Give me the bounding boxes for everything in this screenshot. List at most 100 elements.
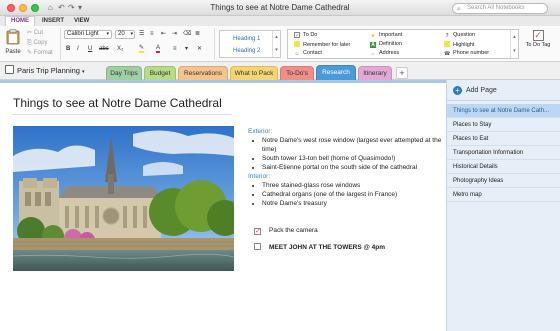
- todo-checkbox-checked[interactable]: ✓: [254, 228, 261, 235]
- title-bar: ⌂ ↶ ↷ ▾ Things to see at Notre Dame Cath…: [0, 0, 560, 16]
- section-tab-day-trips[interactable]: Day Trips: [106, 66, 142, 80]
- styles-scroll[interactable]: ▴ ▾: [272, 31, 280, 57]
- todo-checkbox-unchecked[interactable]: [254, 243, 261, 250]
- outdent-icon[interactable]: ⇤: [161, 31, 166, 38]
- copy-button[interactable]: ⎘ Copy: [27, 40, 47, 47]
- list-item: Three stained-glass rose windows: [262, 181, 444, 190]
- list-item: Notre Dame's west rose window (largest e…: [262, 136, 444, 154]
- to-do-tag-button[interactable]: ✓ To Do Tag: [523, 29, 553, 59]
- tab-view[interactable]: VIEW: [74, 17, 89, 25]
- phone-icon: ☎: [444, 51, 451, 57]
- page-item[interactable]: Metro map: [447, 188, 560, 202]
- heading1-style[interactable]: Heading 1: [233, 36, 260, 43]
- erase-icon[interactable]: ✕: [197, 46, 202, 53]
- tags-scroll[interactable]: ▴ ▾: [510, 30, 518, 58]
- strikethrough-button[interactable]: abc: [99, 46, 109, 53]
- tag-label: Highlight: [453, 42, 475, 48]
- tag-to-do[interactable]: ✓ To Do: [294, 32, 317, 39]
- onenote-window: ⌂ ↶ ↷ ▾ Things to see at Notre Dame Cath…: [0, 0, 560, 331]
- clear-format-icon[interactable]: ⌫: [183, 31, 191, 38]
- font-size-select[interactable]: 20 ▾: [115, 30, 135, 39]
- tag-label: To Do: [303, 32, 318, 38]
- ribbon-tab-bar: HOME INSERT VIEW: [0, 16, 560, 26]
- divider: [60, 28, 61, 60]
- tag-contact[interactable]: ☺ Contact: [294, 50, 322, 57]
- tag-label: Address: [379, 50, 400, 56]
- tag-label: Contact: [303, 50, 322, 56]
- tag-definition[interactable]: A Definition: [370, 41, 402, 48]
- tags-gallery[interactable]: ✓ To Do Remember for later ☺ Contact ★ Impo…: [287, 29, 519, 59]
- page-item[interactable]: Transportation Information: [447, 146, 560, 160]
- search-placeholder: Search All Notebooks: [467, 5, 525, 11]
- list-numbers-icon[interactable]: ≡: [150, 31, 154, 38]
- ribbon: Paste ✂ Cut ⎘ Copy ✎ Format Calibri Ligh…: [0, 26, 560, 62]
- notebook-bar: Paris Trip Planning ▾ Day Trips Budget R…: [0, 62, 560, 80]
- cut-button[interactable]: ✂ Cut: [27, 30, 43, 37]
- question-icon: ?: [445, 33, 449, 39]
- highlighter-icon: [294, 41, 300, 47]
- align-left-icon[interactable]: ≡: [173, 46, 177, 53]
- page-item[interactable]: Historical Details: [447, 160, 560, 174]
- tag-label: Remember for later: [303, 42, 351, 48]
- todo-item: MEET JOHN AT THE TOWERS @ 4pm: [254, 243, 385, 252]
- page-canvas[interactable]: Things to see at Notre Dame Cathedral Ex…: [0, 80, 446, 331]
- address-icon: ⌂: [371, 51, 375, 57]
- contact-icon: ☺: [294, 51, 300, 57]
- page-title[interactable]: Things to see at Notre Dame Cathedral: [13, 96, 222, 110]
- page-item[interactable]: Places to Eat: [447, 132, 560, 146]
- underline-button[interactable]: U: [88, 46, 92, 53]
- notebook-selector[interactable]: Paris Trip Planning ▾: [5, 65, 85, 77]
- highlighter-button[interactable]: ✎: [139, 45, 145, 53]
- tab-insert[interactable]: INSERT: [42, 17, 64, 25]
- italic-button[interactable]: I: [77, 46, 79, 53]
- section-tab-budget[interactable]: Budget: [144, 66, 176, 80]
- font-color-button[interactable]: A: [156, 45, 161, 53]
- indent-icon[interactable]: ⇥: [172, 31, 177, 38]
- copy-label: Copy: [33, 40, 48, 46]
- format-painter-button[interactable]: ✎ Format: [27, 50, 53, 57]
- definition-icon: A: [370, 42, 376, 48]
- chevron-down-icon: ▾: [82, 69, 85, 75]
- tag-phone-number[interactable]: ☎ Phone number: [444, 50, 489, 57]
- align-menu-icon[interactable]: ▾: [185, 46, 188, 53]
- paste-button[interactable]: Paste: [4, 29, 22, 59]
- font-name-value: Calibri Light: [67, 31, 99, 37]
- interior-heading: Interior:: [248, 173, 271, 180]
- tag-question[interactable]: ? Question: [444, 32, 475, 39]
- checkbox-icon: ✓: [294, 32, 300, 39]
- brush-icon: ✎: [27, 50, 34, 56]
- notre-dame-photo[interactable]: [13, 126, 234, 271]
- tag-important[interactable]: ★ Important: [370, 32, 402, 39]
- section-tab-research[interactable]: Research: [316, 65, 356, 80]
- notebook-name: Paris Trip Planning: [17, 66, 80, 75]
- todo-text: MEET JOHN AT THE TOWERS @ 4pm: [269, 244, 386, 251]
- subscript-button[interactable]: X₂: [117, 46, 123, 53]
- page-item-selected[interactable]: Things to see at Notre Dame Cath...: [447, 104, 560, 118]
- star-icon: ★: [370, 33, 376, 39]
- tag-remember-for-later[interactable]: Remember for later: [294, 41, 350, 49]
- section-tab-to-dos[interactable]: To-Do's: [280, 66, 314, 80]
- font-color-icon: A: [156, 45, 161, 53]
- section-tab-what-to-pack[interactable]: What to Pack: [230, 66, 278, 80]
- search-icon: ⌕: [457, 6, 461, 13]
- notebook-icon: [5, 65, 14, 74]
- tag-highlight[interactable]: Highlight: [444, 41, 474, 49]
- tab-home[interactable]: HOME: [5, 16, 35, 26]
- list-item: Notre Dame's treasury: [262, 199, 444, 208]
- font-name-select[interactable]: Calibri Light ▾: [64, 30, 112, 39]
- bold-button[interactable]: B: [66, 46, 70, 53]
- add-page-button[interactable]: + Add Page: [447, 80, 560, 101]
- heading2-style[interactable]: Heading 2: [233, 48, 260, 55]
- search-input[interactable]: ⌕ Search All Notebooks: [452, 3, 548, 14]
- section-tab-reservations[interactable]: Reservations: [178, 66, 228, 80]
- notes-container[interactable]: Exterior: Notre Dame's west rose window …: [248, 127, 444, 208]
- page-item[interactable]: Photography Ideas: [447, 174, 560, 188]
- page-item[interactable]: Places to Stay: [447, 118, 560, 132]
- section-tab-itinerary[interactable]: Itinerary: [358, 66, 392, 80]
- add-section-button[interactable]: +: [396, 67, 408, 79]
- list-bullets-icon[interactable]: ☰: [139, 31, 144, 38]
- align-icon[interactable]: ≣: [195, 31, 200, 38]
- list-item: Saint-Etienne portal on the south side o…: [262, 163, 444, 172]
- styles-gallery[interactable]: Heading 1 Heading 2 ▴ ▾: [219, 30, 281, 58]
- tag-address[interactable]: ⌂ Address: [370, 50, 399, 57]
